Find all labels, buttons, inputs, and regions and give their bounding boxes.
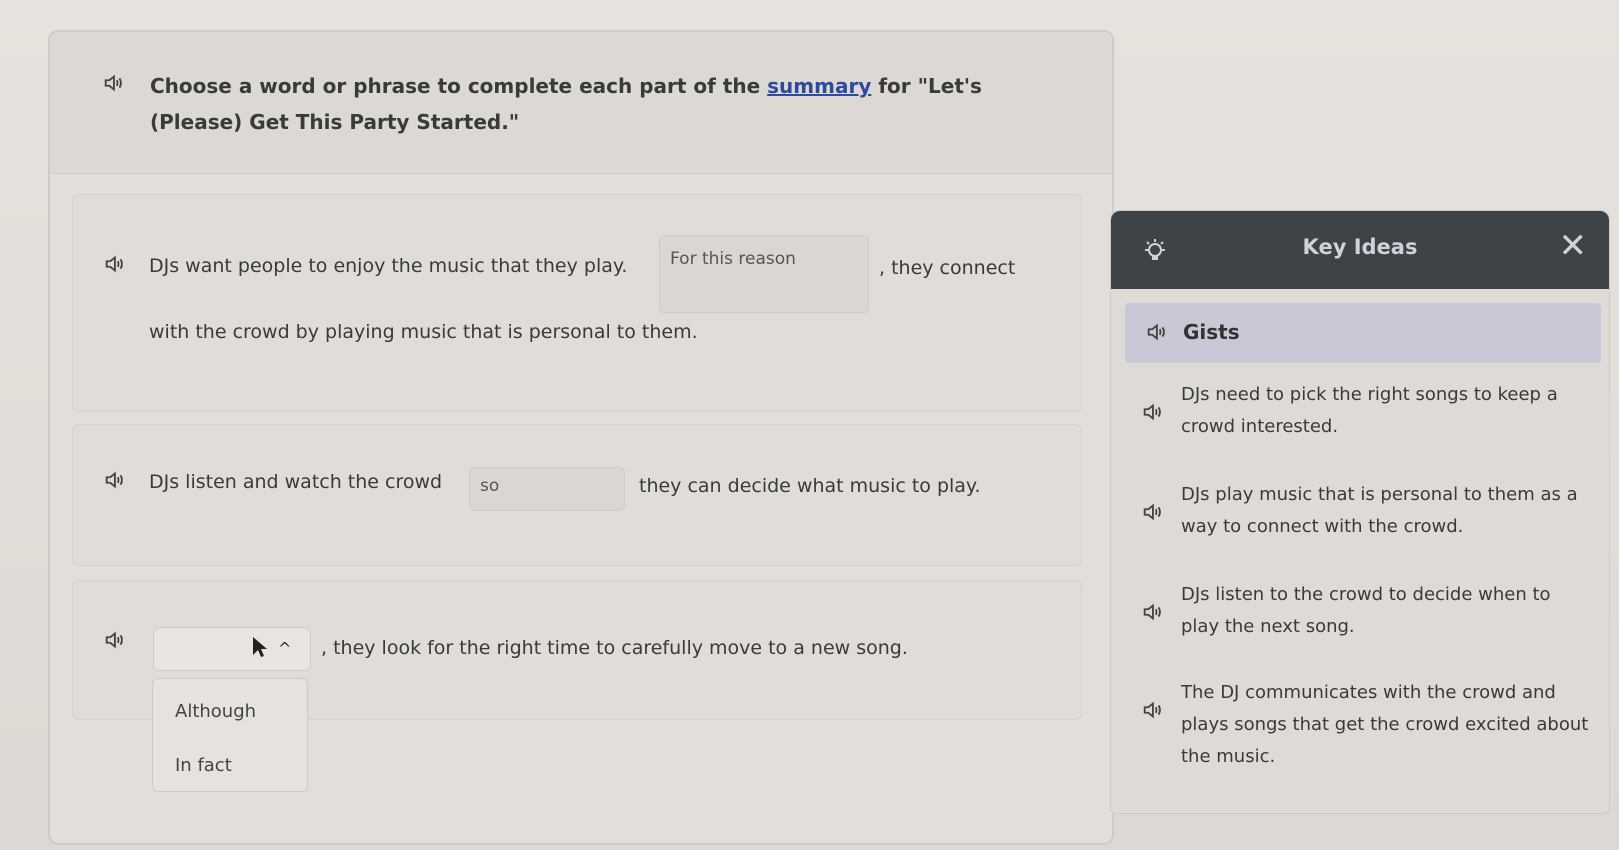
prompt-header: Choose a word or phrase to complete each… — [50, 32, 1112, 174]
activity-panel: Choose a word or phrase to complete each… — [48, 30, 1114, 845]
key-ideas-title: Key Ideas — [1302, 235, 1418, 259]
question-2-select[interactable]: so — [469, 467, 625, 511]
question-row-2: DJs listen and watch the crowd so they c… — [72, 424, 1082, 566]
speaker-icon[interactable] — [1141, 601, 1163, 623]
question-2-after: they can decide what music to play. — [639, 475, 981, 497]
question-1-line2: with the crowd by playing music that is … — [149, 321, 698, 343]
option-although[interactable]: Although — [175, 701, 256, 722]
gist-3: DJs listen to the crowd to decide when t… — [1181, 584, 1551, 637]
question-row-1: DJs want people to enjoy the music that … — [72, 194, 1082, 412]
speaker-icon[interactable] — [103, 253, 125, 275]
question-3-dropdown: Although In fact — [152, 678, 308, 792]
key-ideas-panel: Key Ideas ✕ Gists DJs need to pick the r… — [1110, 210, 1610, 814]
speaker-icon[interactable] — [1145, 321, 1167, 343]
question-1-before: DJs want people to enjoy the music that … — [149, 255, 628, 277]
gist-1: DJs need to pick the right songs to keep… — [1181, 384, 1558, 437]
speaker-icon[interactable] — [103, 629, 125, 651]
gists-section: Gists — [1125, 303, 1601, 363]
question-1-select[interactable]: For this reason — [659, 235, 869, 313]
option-in-fact[interactable]: In fact — [175, 755, 232, 776]
gists-label: Gists — [1183, 320, 1240, 344]
speaker-icon[interactable] — [103, 469, 125, 491]
gist-4: The DJ communicates with the crowd and p… — [1181, 682, 1589, 767]
mouse-cursor-icon — [253, 637, 267, 657]
speaker-icon[interactable] — [1141, 401, 1163, 423]
prompt-before: Choose a word or phrase to complete each… — [150, 74, 768, 98]
speaker-icon[interactable] — [102, 72, 124, 94]
chevron-up-icon[interactable]: ^ — [278, 639, 291, 658]
close-icon[interactable]: ✕ — [1559, 229, 1588, 263]
question-2-before: DJs listen and watch the crowd — [149, 471, 443, 493]
speaker-icon[interactable] — [1141, 501, 1163, 523]
summary-link[interactable]: summary — [767, 74, 871, 98]
question-1-after: , they connect — [879, 257, 1016, 279]
key-ideas-header: Key Ideas ✕ — [1111, 211, 1609, 289]
speaker-icon[interactable] — [1141, 699, 1163, 721]
question-3-after: , they look for the right time to carefu… — [321, 637, 908, 659]
gist-2: DJs play music that is personal to them … — [1181, 484, 1578, 537]
prompt-text: Choose a word or phrase to complete each… — [150, 68, 1030, 140]
